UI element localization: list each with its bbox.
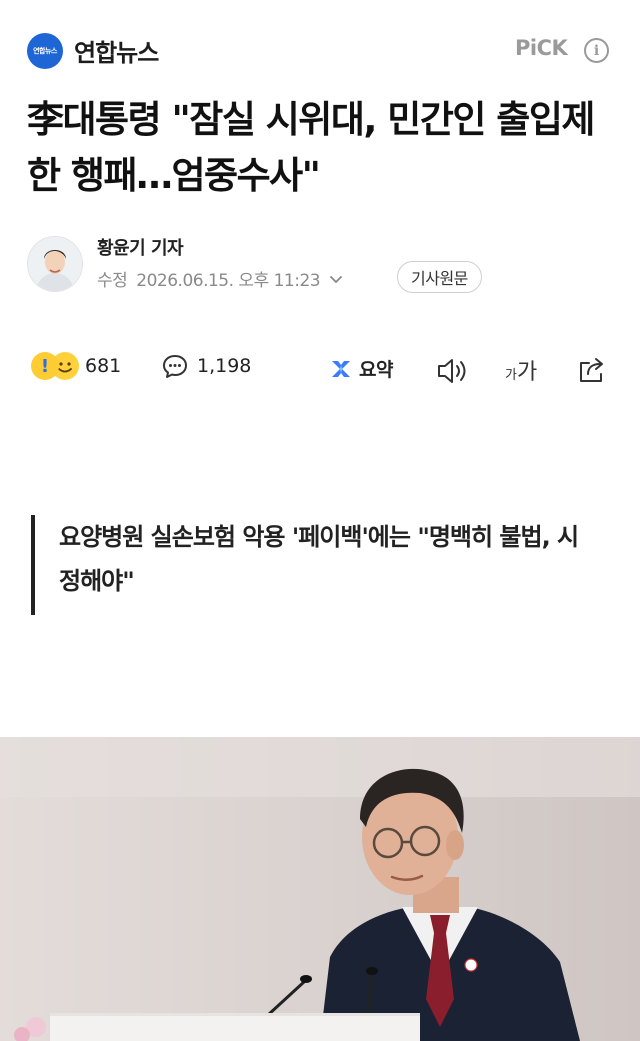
font-size-button[interactable]: 가가 xyxy=(505,354,537,386)
original-article-button[interactable]: 기사원문 xyxy=(397,261,482,293)
article-photo[interactable] xyxy=(0,737,640,1041)
chevron-down-icon[interactable] xyxy=(328,271,344,287)
reporter-avatar-icon xyxy=(28,237,82,291)
brand-logo[interactable]: 연합뉴스 xyxy=(27,33,63,69)
article-meta: 수정 2026.06.15. 오후 11:23 xyxy=(97,266,344,291)
speaker-icon xyxy=(438,359,466,383)
meta-label: 수정 xyxy=(97,271,128,291)
timestamp: 2026.06.15. 오후 11:23 xyxy=(136,271,321,291)
app-header: 연합뉴스 연합뉴스 PiCK i xyxy=(0,0,640,100)
article-headline: 李대통령 "잠실 시위대, 민간인 출입제한 행패…엄중수사" xyxy=(27,98,595,197)
surprise-emoji-icon: ! xyxy=(31,352,59,380)
action-bar: ! 681 1,198 요약 가가 xyxy=(0,346,640,396)
info-icon[interactable]: i xyxy=(584,38,609,63)
brand-name[interactable]: 연합뉴스 xyxy=(74,33,159,68)
comment-button[interactable]: 1,198 xyxy=(161,352,251,380)
ai-summary-icon xyxy=(332,360,350,377)
reporter-avatar[interactable] xyxy=(27,236,83,292)
font-size-large: 가 xyxy=(516,360,538,385)
comment-bubble-icon xyxy=(163,355,187,378)
share-button[interactable] xyxy=(576,354,608,390)
share-icon xyxy=(580,358,603,382)
audio-button[interactable] xyxy=(436,356,470,390)
reaction-count: 681 xyxy=(85,355,122,377)
reaction-button[interactable]: ! 681 xyxy=(31,352,121,380)
article-photo-image xyxy=(0,737,640,1041)
comment-count: 1,198 xyxy=(197,355,252,377)
pick-label[interactable]: PiCK xyxy=(515,36,568,60)
reporter-name[interactable]: 황윤기 기자 xyxy=(97,234,184,260)
summary-label: 요약 xyxy=(359,359,393,381)
summary-button[interactable]: 요약 xyxy=(329,355,393,382)
font-size-small: 가 xyxy=(505,368,517,383)
article-subheading: 요양병원 실손보험 악용 '페이백'에는 "명백히 불법, 시정해야" xyxy=(31,515,591,615)
